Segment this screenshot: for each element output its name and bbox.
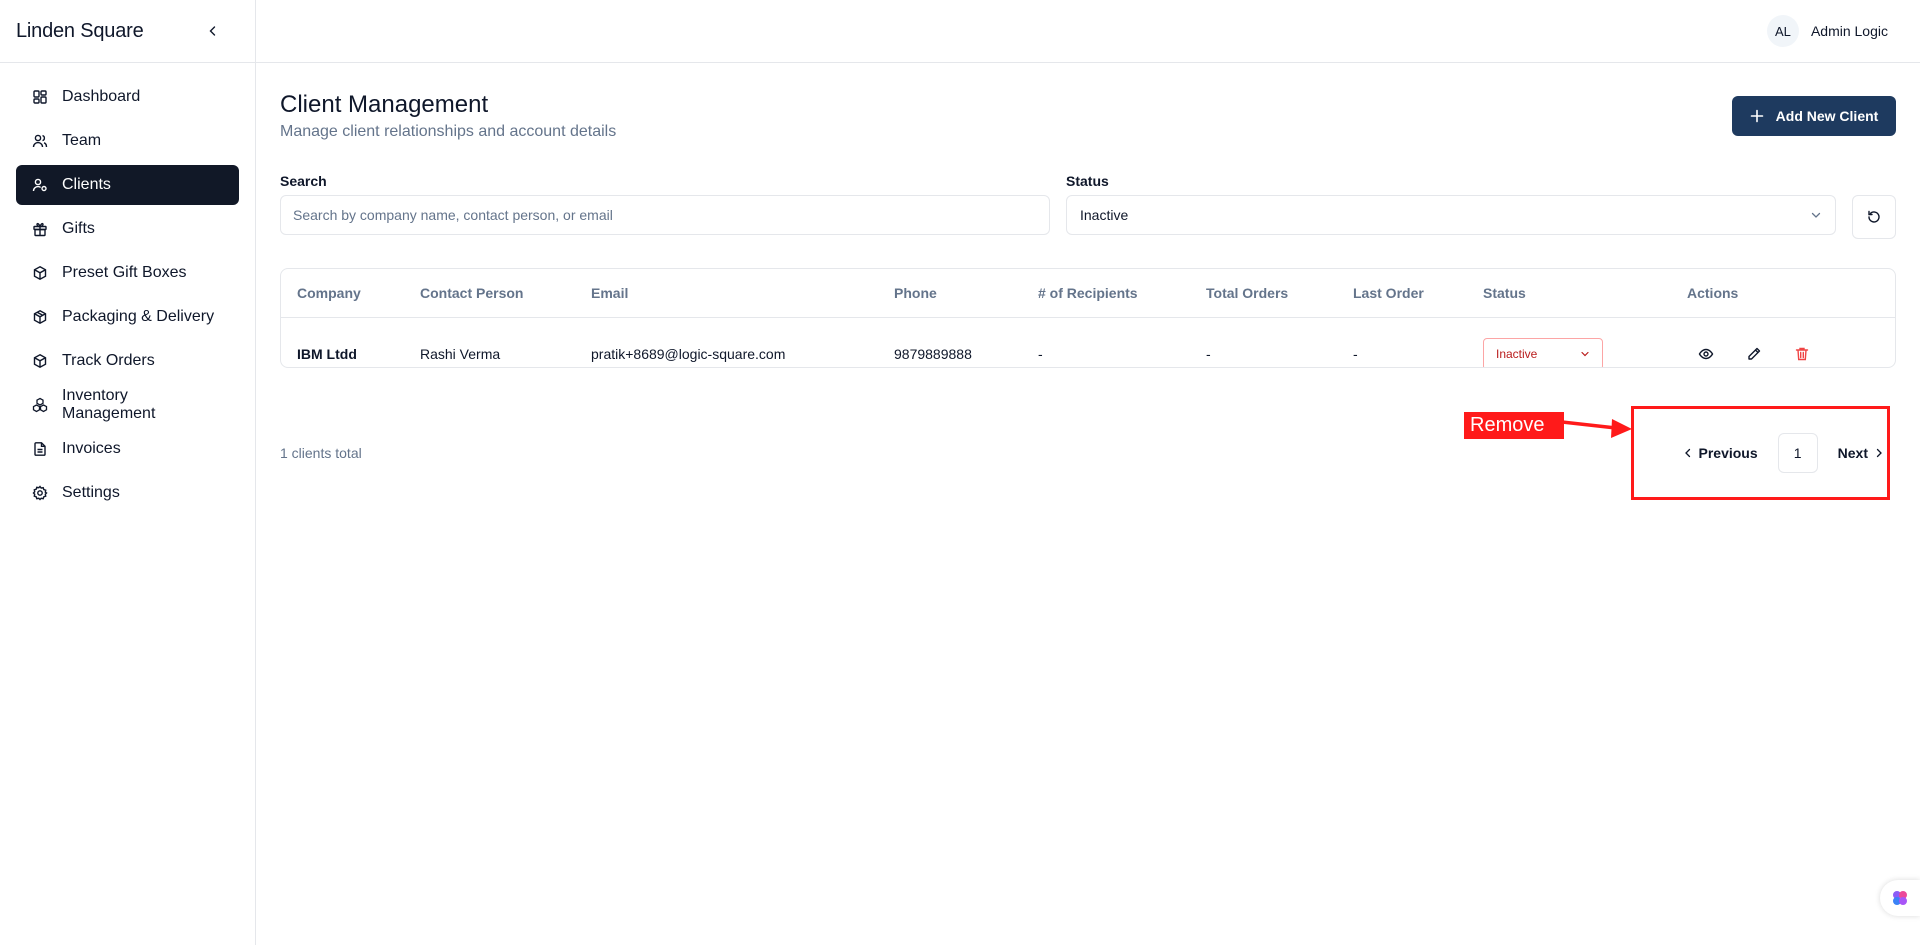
page-subtitle: Manage client relationships and account … (280, 123, 617, 140)
topbar: AL Admin Logic (256, 0, 1920, 63)
view-button[interactable] (1694, 342, 1718, 366)
sidebar-item-label: Gifts (62, 220, 95, 237)
status-label: Status (1066, 173, 1109, 189)
refresh-icon (1868, 210, 1880, 223)
sidebar-item-label: Inventory Management (62, 387, 156, 422)
status-select[interactable]: Inactive (1066, 195, 1836, 235)
cell-recipients: - (1038, 346, 1043, 362)
gear-icon (32, 485, 48, 501)
user-name[interactable]: Admin Logic (1811, 23, 1888, 39)
clients-total: 1 clients total (280, 445, 362, 461)
dashboard-icon (33, 90, 47, 104)
sidebar-item-label: Settings (62, 484, 120, 501)
package-icon (33, 310, 47, 324)
user-menu[interactable]: AL Admin Logic (1766, 15, 1888, 47)
row-status-select[interactable]: Inactive (1483, 338, 1603, 367)
search-label: Search (280, 173, 327, 189)
sidebar-item-inventory-management[interactable]: Inventory Management (16, 385, 239, 425)
column-header-phone[interactable]: Phone (894, 285, 937, 301)
column-header-total-orders[interactable]: Total Orders (1206, 285, 1288, 301)
add-new-client-button[interactable]: Add New Client (1732, 96, 1896, 136)
box-icon (33, 266, 47, 280)
column-header-contact-person[interactable]: Contact Person (420, 285, 523, 301)
status-select-value: Inactive (1080, 207, 1129, 223)
brand-name: Linden Square (16, 19, 144, 42)
trash-icon (1795, 347, 1809, 361)
column-header-recipients[interactable]: # of Recipients (1038, 285, 1138, 301)
sidebar-nav: Dashboard Team Clients Gifts Preset Gift… (0, 63, 255, 531)
sidebar-item-label: Preset Gift Boxes (62, 264, 187, 281)
sidebar-item-dashboard[interactable]: Dashboard (16, 77, 239, 117)
column-header-last-order[interactable]: Last Order (1353, 285, 1424, 301)
edit-button[interactable] (1742, 342, 1766, 366)
delete-button[interactable] (1790, 342, 1814, 366)
sidebar: Linden Square Dashboard Team Clients Gif… (0, 0, 256, 945)
track-icon (33, 354, 47, 368)
page-header: Client Management Manage client relation… (280, 63, 1896, 179)
cell-contact-person: Rashi Verma (420, 346, 501, 362)
users-icon (32, 134, 48, 148)
cell-phone: 9879889888 (894, 346, 972, 362)
column-header-email[interactable]: Email (591, 285, 628, 301)
eye-icon (1698, 348, 1714, 360)
search-input[interactable] (280, 195, 1050, 235)
column-header-company[interactable]: Company (297, 285, 361, 301)
chevron-down-icon (1581, 351, 1589, 357)
sidebar-item-label: Clients (62, 176, 111, 193)
column-header-actions: Actions (1687, 285, 1739, 301)
avatar[interactable]: AL (1766, 15, 1799, 47)
sidebar-item-label: Team (62, 132, 102, 149)
annotation-arrow (1562, 419, 1632, 438)
sidebar-item-label: Track Orders (62, 352, 155, 369)
main-content: Client Management Manage client relation… (280, 63, 1896, 473)
sidebar-header: Linden Square (0, 0, 255, 63)
sidebar-item-track-orders[interactable]: Track Orders (16, 341, 239, 381)
table-header: Company Contact Person Email Phone # of … (281, 269, 1895, 318)
clients-table: Company Contact Person Email Phone # of … (280, 268, 1896, 368)
filters: Search Status Inactive (280, 173, 1896, 243)
cell-company: IBM Ltdd (297, 346, 357, 362)
gift-icon (33, 222, 47, 237)
sidebar-item-settings[interactable]: Settings (16, 473, 239, 513)
row-status-value: Inactive (1496, 347, 1538, 361)
column-header-status[interactable]: Status (1483, 285, 1526, 301)
cell-total-orders: - (1206, 346, 1211, 362)
sidebar-item-label: Invoices (62, 440, 121, 457)
sidebar-item-clients[interactable]: Clients (16, 165, 239, 205)
sidebar-item-label: Packaging & Delivery (62, 308, 215, 325)
page-title: Client Management (280, 91, 489, 118)
sidebar-item-packaging-delivery[interactable]: Packaging & Delivery (16, 297, 239, 337)
sidebar-item-gifts[interactable]: Gifts (16, 209, 239, 249)
pencil-icon (1748, 347, 1761, 360)
chevron-left-icon (209, 26, 216, 36)
add-new-client-label: Add New Client (1775, 108, 1879, 124)
cell-email: pratik+8689@logic-square.com (591, 346, 786, 362)
sidebar-item-preset-gift-boxes[interactable]: Preset Gift Boxes (16, 253, 239, 293)
collapse-sidebar-button[interactable] (203, 21, 223, 41)
annotation-highlight-box (1631, 406, 1890, 500)
sidebar-item-invoices[interactable]: Invoices (16, 429, 239, 469)
reset-filters-button[interactable] (1852, 195, 1896, 239)
assistant-button[interactable] (1880, 880, 1920, 916)
annotation-label: Remove (1464, 412, 1564, 439)
file-icon (34, 442, 46, 456)
sidebar-item-label: Dashboard (62, 88, 141, 105)
plus-icon (1750, 109, 1763, 123)
user-cog-icon (32, 178, 47, 192)
chevron-down-icon (1811, 212, 1821, 218)
brain-icon (1893, 891, 1907, 905)
sidebar-item-team[interactable]: Team (16, 121, 239, 161)
table-row[interactable]: IBM Ltdd Rashi Verma pratik+8689@logic-s… (281, 318, 1895, 367)
cell-last-order: - (1353, 346, 1358, 362)
boxes-icon (32, 397, 48, 413)
